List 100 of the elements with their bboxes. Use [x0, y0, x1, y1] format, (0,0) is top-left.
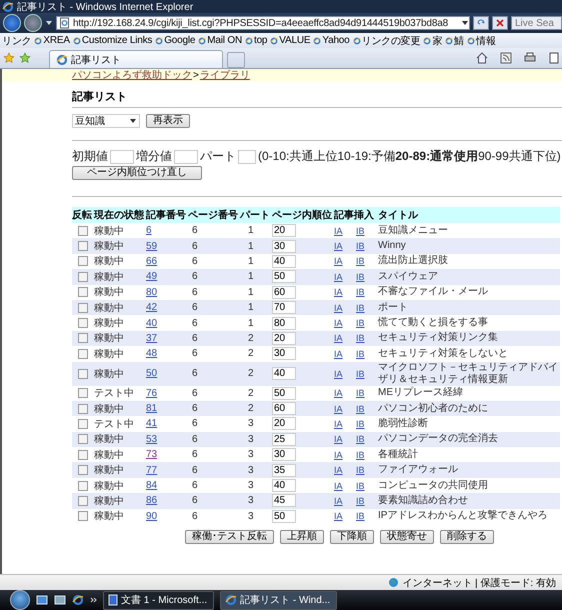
- order-field[interactable]: 20: [272, 417, 296, 430]
- browser-tab[interactable]: 記事リスト: [49, 50, 223, 68]
- renumber-button[interactable]: ページ内順位つけ直し: [72, 166, 202, 180]
- link-item[interactable]: XREA: [34, 35, 70, 46]
- article-number-link[interactable]: 81: [146, 403, 158, 414]
- link-item[interactable]: top: [244, 35, 268, 46]
- action-button[interactable]: 削除する: [440, 530, 494, 544]
- article-number-link[interactable]: 37: [146, 332, 158, 344]
- ie-logo-icon[interactable]: [72, 594, 84, 606]
- back-button[interactable]: [3, 14, 21, 32]
- checkbox[interactable]: [78, 465, 88, 476]
- action-button[interactable]: 稼働･テスト反転: [185, 530, 274, 544]
- taskbar-button[interactable]: 記事リスト - Wind...: [220, 590, 338, 610]
- insert-link[interactable]: IB: [356, 368, 365, 379]
- order-field[interactable]: 40: [272, 254, 296, 268]
- insert-link[interactable]: IA: [334, 318, 343, 328]
- action-button[interactable]: 下降順: [330, 530, 374, 544]
- page-icon[interactable]: [548, 52, 560, 64]
- article-number-link[interactable]: 77: [146, 464, 158, 476]
- stop-button[interactable]: [492, 16, 508, 30]
- print-icon[interactable]: [524, 52, 536, 64]
- link-item[interactable]: Yahoo: [313, 35, 350, 46]
- new-tab-button[interactable]: [227, 52, 245, 68]
- article-number-link[interactable]: 90: [146, 510, 158, 522]
- article-number-link[interactable]: 41: [146, 418, 158, 430]
- link-item[interactable]: Mail ON: [198, 35, 242, 46]
- insert-link[interactable]: IA: [334, 256, 343, 266]
- checkbox[interactable]: [78, 480, 88, 491]
- checkbox[interactable]: [78, 434, 88, 444]
- link-item[interactable]: 家: [423, 34, 442, 48]
- order-field[interactable]: 20: [272, 224, 296, 238]
- article-number-link[interactable]: 6: [146, 225, 152, 236]
- article-number-link[interactable]: 76: [146, 388, 158, 399]
- order-field[interactable]: 40: [272, 479, 296, 492]
- search-field[interactable]: Live Sea: [511, 16, 562, 30]
- link-item[interactable]: 鯖: [445, 34, 464, 48]
- order-field[interactable]: 80: [272, 316, 296, 330]
- insert-link[interactable]: IA: [334, 348, 343, 359]
- insert-link[interactable]: IA: [334, 368, 343, 379]
- article-number-link[interactable]: 40: [146, 318, 158, 329]
- order-field[interactable]: 50: [272, 270, 296, 284]
- article-number-link[interactable]: 53: [146, 434, 158, 445]
- feed-icon[interactable]: [500, 52, 512, 64]
- insert-link[interactable]: IB: [356, 418, 365, 429]
- category-select[interactable]: 豆知識: [72, 114, 140, 128]
- link-item[interactable]: VALUE: [270, 35, 310, 46]
- article-number-link[interactable]: 49: [146, 271, 158, 282]
- order-field[interactable]: 40: [272, 367, 296, 380]
- insert-link[interactable]: IB: [356, 480, 365, 491]
- article-number-link[interactable]: 66: [146, 256, 158, 267]
- insert-link[interactable]: IA: [334, 480, 343, 491]
- article-number-link[interactable]: 59: [146, 240, 158, 252]
- order-field[interactable]: 60: [272, 402, 296, 416]
- link-item[interactable]: Customize Links: [72, 35, 152, 46]
- insert-link[interactable]: IB: [356, 348, 365, 359]
- desktop-icon[interactable]: [36, 594, 48, 606]
- insert-link[interactable]: IB: [356, 256, 365, 266]
- insert-link[interactable]: IB: [356, 450, 365, 460]
- number-field[interactable]: [110, 150, 134, 164]
- order-field[interactable]: 20: [272, 332, 296, 345]
- checkbox[interactable]: [78, 318, 88, 328]
- insert-link[interactable]: IA: [334, 418, 343, 429]
- order-field[interactable]: 25: [272, 432, 296, 446]
- order-field[interactable]: 45: [272, 494, 296, 508]
- caret-icon[interactable]: [45, 19, 53, 27]
- checkbox[interactable]: [78, 333, 88, 344]
- article-number-link[interactable]: 48: [146, 348, 158, 360]
- insert-link[interactable]: IB: [356, 226, 365, 236]
- redisplay-button[interactable]: 再表示: [146, 114, 190, 128]
- action-button[interactable]: 状態寄せ: [380, 530, 434, 544]
- add-favorite-icon[interactable]: [19, 52, 31, 64]
- checkbox[interactable]: [78, 226, 88, 236]
- star-icon[interactable]: [3, 52, 15, 64]
- article-number-link[interactable]: 42: [146, 302, 158, 314]
- article-number-link[interactable]: 84: [146, 480, 158, 492]
- address-field[interactable]: http://192.168.24.9/cgi/kiji_list.cgi?PHPSESSID=a4eeaeffc8ad94d91444519b037bd8a8: [56, 16, 470, 30]
- checkbox[interactable]: [78, 368, 88, 379]
- checkbox[interactable]: [78, 450, 88, 460]
- window-icon[interactable]: [54, 594, 66, 606]
- checkbox[interactable]: [78, 302, 88, 313]
- order-field[interactable]: 35: [272, 464, 296, 477]
- insert-link[interactable]: IB: [356, 388, 365, 398]
- article-number-link[interactable]: 50: [146, 368, 158, 380]
- checkbox[interactable]: [78, 287, 88, 298]
- insert-link[interactable]: IA: [334, 226, 343, 236]
- article-number-link[interactable]: 80: [146, 286, 158, 298]
- insert-link[interactable]: IB: [356, 511, 365, 522]
- breadcrumb-link[interactable]: ライブラリ: [200, 69, 250, 82]
- insert-link[interactable]: IA: [334, 287, 343, 298]
- link-item[interactable]: リンクの変更: [352, 34, 420, 48]
- breadcrumb-link[interactable]: パソコンよろず救助ドック: [72, 69, 192, 82]
- start-button[interactable]: [10, 590, 30, 610]
- checkbox[interactable]: [78, 241, 88, 252]
- checkbox[interactable]: [78, 496, 88, 506]
- chevron-icon[interactable]: [90, 596, 97, 604]
- checkbox[interactable]: [78, 256, 88, 266]
- order-field[interactable]: 30: [272, 448, 296, 462]
- home-icon[interactable]: [476, 52, 488, 64]
- checkbox[interactable]: [78, 418, 88, 429]
- insert-link[interactable]: IB: [356, 318, 365, 328]
